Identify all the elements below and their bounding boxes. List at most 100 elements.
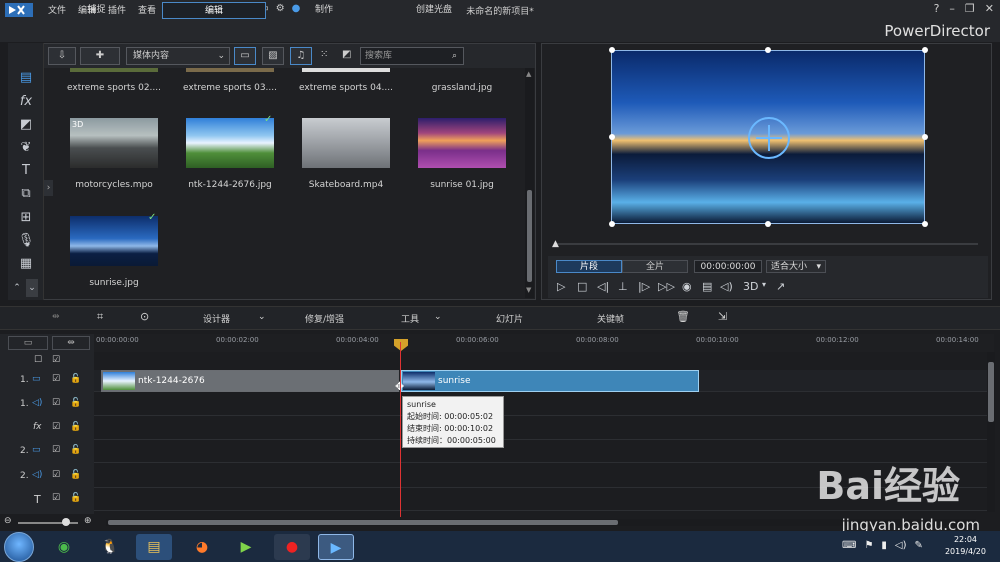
chevron-down-icon[interactable]: ⌄	[26, 279, 38, 297]
library-scrollbar[interactable]: ▲ ▼	[525, 68, 534, 298]
stop-icon[interactable]: □	[577, 280, 587, 293]
firefox-icon[interactable]: ◕	[184, 534, 220, 560]
video-app-icon[interactable]: ▶	[228, 534, 264, 560]
media-thumb[interactable]	[302, 68, 390, 72]
restore-icon[interactable]: ❐	[965, 2, 975, 15]
timeline-clip-ntk[interactable]: ntk-1244-2676	[101, 370, 399, 392]
lock-icon[interactable]: 🔓	[70, 422, 81, 432]
play-icon[interactable]: ▷	[557, 280, 565, 293]
checkbox-icon[interactable]: ☑	[52, 493, 60, 503]
timeline-zoom-slider[interactable]: ⊖ ⊕	[4, 516, 94, 528]
pip-room-icon[interactable]: ◩	[16, 116, 36, 134]
minimize-icon[interactable]: –	[949, 2, 955, 15]
preview-canvas[interactable]	[611, 50, 925, 224]
timecode-display[interactable]: 00:00:00:00	[694, 260, 762, 273]
resize-handle[interactable]	[609, 134, 615, 140]
scroll-thumb[interactable]	[527, 190, 532, 282]
resize-handle[interactable]	[922, 221, 928, 227]
zoom-out-icon[interactable]: ⊖	[4, 516, 12, 526]
import-media-icon[interactable]: ⇩	[48, 47, 76, 65]
media-thumb-sunrise[interactable]	[70, 216, 158, 266]
lock-icon[interactable]: 🔓	[70, 445, 81, 455]
360-browser-icon[interactable]: ◉	[46, 534, 82, 560]
resize-handle[interactable]	[609, 221, 615, 227]
scroll-up-icon[interactable]: ▲	[526, 70, 531, 78]
scroll-thumb[interactable]	[988, 362, 994, 422]
timeline-ruler[interactable]: 00:00:00:00 00:00:02:00 00:00:04:00 00:0…	[94, 334, 994, 352]
scrubber-handle-icon[interactable]: ▲	[552, 239, 559, 249]
keyframe-button[interactable]: 关键帧	[597, 312, 624, 325]
crop-icon[interactable]: ⌗	[97, 310, 103, 324]
previous-frame-icon[interactable]: ◁|	[597, 280, 609, 293]
file-explorer-icon[interactable]: ▤	[136, 534, 172, 560]
particle-room-icon[interactable]: ❦	[16, 139, 36, 157]
volume-tray-icon[interactable]: ◁)	[895, 540, 907, 551]
tab-produce[interactable]: 制作	[272, 2, 376, 19]
checkbox-icon[interactable]: ☑	[52, 470, 60, 480]
checkbox-icon[interactable]: ☐	[34, 355, 42, 365]
zoom-handle[interactable]	[62, 518, 70, 526]
tab-capture[interactable]: 捕捉	[44, 2, 149, 19]
next-frame-icon[interactable]: |▷	[638, 280, 650, 293]
media-thumb-sunrise01[interactable]	[418, 118, 506, 168]
timeline-vscroll[interactable]	[987, 352, 995, 512]
grid-view-icon[interactable]: ⁙	[320, 49, 328, 60]
flag-icon[interactable]: ⚑	[864, 540, 873, 551]
resize-handle[interactable]	[922, 47, 928, 53]
volume-icon[interactable]: ◁)	[720, 280, 733, 293]
checkbox-icon[interactable]: ☑	[52, 398, 60, 408]
keyboard-icon[interactable]: ⌨	[842, 540, 856, 551]
tab-create-disc[interactable]: 创建光盘	[382, 2, 486, 19]
library-search-input[interactable]: 搜索库 ⌕	[360, 47, 464, 65]
powerdirector-taskbar-icon[interactable]: ▶	[318, 534, 354, 560]
voiceover-icon[interactable]: 🎙	[16, 232, 36, 250]
audio-filter-icon[interactable]: ♫	[290, 47, 312, 65]
image-filter-icon[interactable]: ▨	[262, 47, 284, 65]
transition-room-icon[interactable]: ⧉	[16, 185, 36, 203]
media-thumb[interactable]	[186, 68, 274, 72]
snapshot-icon[interactable]: ◉	[682, 280, 692, 293]
media-thumb-skateboard[interactable]	[302, 118, 390, 168]
lock-icon[interactable]: 🔓	[70, 398, 81, 408]
input-method-icon[interactable]: ✎	[915, 540, 923, 551]
start-button-icon[interactable]	[4, 532, 34, 562]
recorder-icon[interactable]: ●	[274, 534, 310, 560]
fast-forward-icon[interactable]: ▷▷	[658, 280, 675, 293]
resize-handle[interactable]	[609, 47, 615, 53]
split-icon[interactable]: ⊥	[618, 280, 628, 293]
help-icon[interactable]: ?	[934, 2, 940, 15]
subtitle-icon[interactable]: ▤	[702, 280, 712, 293]
expand-sidebar-icon[interactable]: ›	[44, 180, 53, 196]
preview-scrubber[interactable]	[555, 243, 978, 245]
title-room-icon[interactable]: T	[16, 162, 36, 180]
export-icon[interactable]: ⇲	[718, 310, 727, 323]
resize-handle[interactable]	[922, 134, 928, 140]
designer-button[interactable]: 设计器	[203, 312, 230, 325]
storyboard-view-icon[interactable]: ▭	[8, 336, 48, 350]
clip-mode-button[interactable]: 片段	[556, 260, 622, 273]
fix-enhance-button[interactable]: 修复/增强	[305, 312, 344, 325]
checkbox-icon[interactable]: ☑	[52, 374, 60, 384]
playhead-line[interactable]	[400, 342, 401, 517]
checkbox-icon[interactable]: ☑	[52, 422, 60, 432]
qq-icon[interactable]: 🐧	[92, 534, 128, 560]
lock-icon[interactable]: 🔓	[70, 493, 81, 503]
audio-mixing-icon[interactable]: ⊞	[16, 209, 36, 227]
resize-handle[interactable]	[765, 221, 771, 227]
chevron-down-icon[interactable]: ⌄	[434, 312, 442, 322]
timeline-tool-icon[interactable]: ⇹	[52, 312, 60, 322]
fit-timeline-icon[interactable]: ⇹	[52, 336, 90, 350]
chapter-room-icon[interactable]: ▦	[16, 255, 36, 273]
lock-icon[interactable]: 🔓	[70, 470, 81, 480]
chevron-down-icon[interactable]: ⌄	[258, 312, 266, 322]
media-content-dropdown[interactable]: 媒体内容 ⌄	[126, 47, 230, 65]
video-filter-icon[interactable]: ▭	[234, 47, 256, 65]
search-icon[interactable]: ⌕	[452, 48, 457, 64]
taskbar-clock[interactable]: 22:04 2019/4/20	[945, 534, 986, 558]
plugin-icon[interactable]: ✚	[80, 47, 120, 65]
undock-icon[interactable]: ↗	[776, 280, 785, 293]
3d-toggle[interactable]: 3D	[743, 280, 758, 293]
add-pip-icon[interactable]	[746, 115, 792, 161]
more-options-icon[interactable]: ⊙	[140, 310, 149, 323]
fit-size-dropdown[interactable]: 适合大小 ▾	[766, 260, 826, 273]
